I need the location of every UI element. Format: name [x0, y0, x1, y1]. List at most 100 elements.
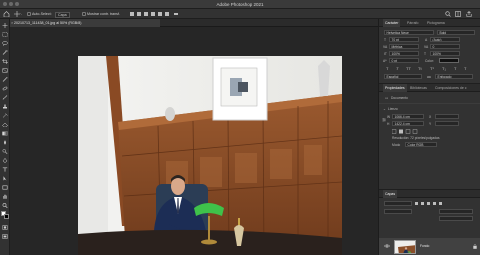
auto-select-dropdown[interactable]: Capa: [55, 11, 70, 18]
orientation-buttons[interactable]: [391, 129, 428, 134]
share-icon[interactable]: [466, 11, 472, 17]
eye-icon[interactable]: [383, 244, 391, 249]
kerning-field[interactable]: Métrica: [389, 44, 419, 49]
mode-select[interactable]: Color RGB: [405, 142, 437, 147]
tab-layers[interactable]: Capas: [383, 190, 398, 198]
canvas-x-field[interactable]: [435, 114, 459, 119]
quick-mask-icon[interactable]: [2, 225, 8, 230]
canvas-width-field[interactable]: 1066,4 cm: [392, 114, 424, 119]
align-icons[interactable]: [130, 11, 180, 17]
chevron-down-icon[interactable]: ⌄: [383, 107, 386, 111]
eraser-tool-icon[interactable]: [2, 122, 8, 127]
color-label: Color:: [425, 59, 434, 63]
document-tabs: × 20210713_111438_01.jpg al 50% (RGB/8): [10, 19, 378, 27]
svg-text:T: T: [386, 66, 389, 71]
antialias-select[interactable]: Enfocado: [435, 74, 473, 79]
document-tab[interactable]: × 20210713_111438_01.jpg al 50% (RGB/8): [10, 19, 160, 27]
svg-text:TT: TT: [406, 66, 411, 71]
quick-select-tool-icon[interactable]: [2, 50, 8, 55]
svg-text:T₁: T₁: [442, 66, 446, 71]
auto-select-value: Capa: [55, 11, 70, 18]
svg-text:T: T: [454, 66, 457, 71]
layer-filter-icons[interactable]: [415, 201, 475, 206]
svg-text:T: T: [464, 66, 467, 71]
crop-tool-icon[interactable]: [2, 59, 8, 64]
workspace-icon[interactable]: [455, 11, 461, 17]
fill-field[interactable]: [439, 216, 473, 221]
eyedropper-tool-icon[interactable]: [2, 77, 8, 82]
canvas-area[interactable]: [10, 27, 378, 255]
document-section-label: Documento: [391, 96, 408, 100]
vertical-scale-field[interactable]: 100%: [389, 51, 419, 56]
layers-panel-tabs: Capas: [379, 190, 480, 198]
rectangle-tool-icon[interactable]: [2, 185, 8, 190]
link-icon[interactable]: ⛓: [382, 118, 386, 122]
move-tool-preset-icon[interactable]: [13, 11, 22, 17]
layer-name: Fondo: [420, 244, 430, 248]
type-tool-icon[interactable]: [2, 167, 8, 172]
x-label: X: [429, 115, 432, 119]
layer-filter-select[interactable]: [384, 201, 412, 206]
resolution-text: Resolución: 72 píxeles/pulgadas: [392, 136, 440, 140]
lock-icon[interactable]: [473, 244, 477, 249]
clone-stamp-tool-icon[interactable]: [2, 104, 8, 109]
language-select[interactable]: Español: [384, 74, 422, 79]
text-color-swatch[interactable]: [439, 58, 459, 63]
auto-select-label: Auto-Select:: [32, 12, 52, 16]
frame-tool-icon[interactable]: [2, 68, 8, 73]
canvas-y-field[interactable]: [435, 121, 459, 126]
show-transform-label: Mostrar contr. transf.: [87, 12, 120, 16]
tab-layer-comps[interactable]: Composiciones de c: [433, 84, 469, 92]
canvas-section-label: Lienzo: [388, 107, 398, 111]
font-family-select[interactable]: Helvetica Neue: [384, 30, 434, 35]
document-image[interactable]: [78, 56, 342, 255]
history-brush-tool-icon[interactable]: [2, 113, 8, 118]
healing-brush-tool-icon[interactable]: [2, 86, 8, 91]
font-size-icon: T: [384, 38, 387, 42]
home-icon[interactable]: [3, 11, 10, 18]
marquee-tool-icon[interactable]: [2, 32, 8, 37]
hand-tool-icon[interactable]: [2, 194, 8, 199]
background-color-swatch[interactable]: [4, 214, 9, 219]
search-icon[interactable]: [445, 11, 451, 17]
baseline-shift-field[interactable]: 0 pt: [389, 58, 419, 63]
canvas-height-field[interactable]: 1422,4 cm: [392, 121, 424, 126]
font-style-select[interactable]: Bold: [437, 30, 475, 35]
leading-icon: A: [425, 38, 428, 42]
close-tab-icon[interactable]: ×: [11, 19, 13, 27]
title-bar: Adobe Photoshop 2021: [0, 0, 480, 9]
pen-tool-icon[interactable]: [2, 158, 8, 163]
screen-mode-icon[interactable]: [2, 234, 8, 239]
brush-tool-icon[interactable]: [2, 95, 8, 100]
font-size-field[interactable]: 70 pt: [389, 37, 419, 42]
lasso-tool-icon[interactable]: [2, 41, 8, 46]
tracking-field[interactable]: 0: [430, 44, 460, 49]
height-label: H: [387, 122, 390, 126]
baseline-shift-icon: Aª: [383, 59, 387, 63]
leading-field[interactable]: (Auto): [430, 37, 460, 42]
tab-character[interactable]: Carácter: [383, 19, 401, 27]
svg-text:T: T: [396, 66, 399, 71]
dodge-tool-icon[interactable]: [2, 149, 8, 154]
zoom-tool-icon[interactable]: [2, 203, 8, 208]
tab-properties[interactable]: Propiedades: [383, 84, 407, 92]
document-icon: ▭: [385, 96, 389, 100]
tab-libraries[interactable]: Bibliotecas: [408, 84, 429, 92]
tab-glyphs[interactable]: Pictograma: [425, 19, 447, 27]
layer-row[interactable]: Fondo: [379, 238, 480, 255]
blur-tool-icon[interactable]: [2, 140, 8, 145]
path-selection-tool-icon[interactable]: [2, 176, 8, 181]
auto-select-checkbox[interactable]: [27, 12, 31, 16]
tab-paragraph[interactable]: Párrafo: [405, 19, 420, 27]
layer-thumbnail: [394, 240, 416, 254]
show-transform-checkbox[interactable]: [82, 12, 86, 16]
options-bar: Auto-Select: Capa Mostrar contr. transf.: [0, 9, 480, 19]
blend-mode-select[interactable]: [384, 209, 412, 214]
horizontal-scale-field[interactable]: 100%: [430, 51, 460, 56]
gradient-tool-icon[interactable]: [2, 131, 8, 136]
document-tab-title: 20210713_111438_01.jpg al 50% (RGB/8): [14, 21, 82, 25]
opacity-field[interactable]: [439, 209, 473, 214]
move-tool-icon[interactable]: [2, 23, 8, 28]
tracking-icon: VA: [424, 45, 429, 49]
properties-panel-tabs: Propiedades Bibliotecas Composiciones de…: [379, 84, 480, 92]
